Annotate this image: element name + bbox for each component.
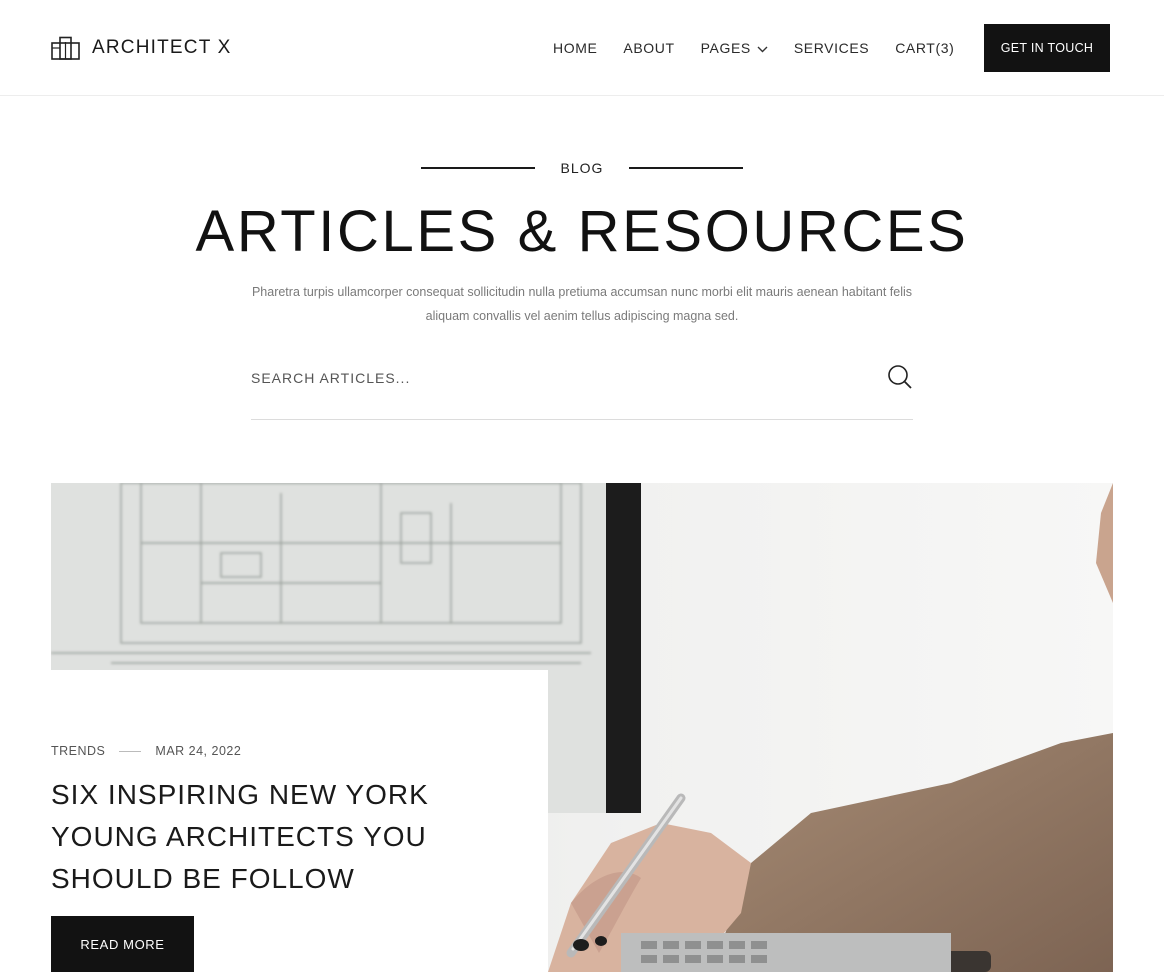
article-title[interactable]: SIX INSPIRING NEW YORK YOUNG ARCHITECTS … [51,774,491,900]
article-meta: TRENDS MAR 24, 2022 [51,744,241,758]
nav-about[interactable]: ABOUT [623,40,674,56]
site-header: ARCHITECT X HOME ABOUT PAGES SERVICES CA… [0,0,1164,96]
nav-pages[interactable]: PAGES [701,40,768,56]
main-nav: HOME ABOUT PAGES SERVICES CART(3) [553,40,980,56]
page-title: ARTICLES & RESOURCES [195,199,969,264]
nav-services[interactable]: SERVICES [794,40,869,56]
page-description: Pharetra turpis ullamcorper consequat so… [251,285,913,323]
search-input[interactable] [251,358,871,398]
article-date: MAR 24, 2022 [155,744,242,758]
section-eyebrow: BLOG [0,160,1164,176]
eyebrow-line-left [420,167,535,169]
chevron-down-icon [757,40,768,56]
featured-article-card: TRENDS MAR 24, 2022 SIX INSPIRING NEW YO… [51,670,548,972]
get-in-touch-button[interactable]: GET IN TOUCH [984,24,1110,72]
meta-divider [119,750,142,752]
nav-cart[interactable]: CART(3) [895,40,954,56]
read-more-button[interactable]: READ MORE [51,916,194,972]
nav-home[interactable]: HOME [553,40,597,56]
brand-name: ARCHITECT X [92,37,232,58]
search-bar [251,358,913,420]
nav-pages-label: PAGES [700,40,751,56]
eyebrow-line-right [629,167,744,169]
eyebrow-label: BLOG [560,160,604,176]
article-category[interactable]: TRENDS [51,744,105,758]
brand-logo[interactable]: ARCHITECT X [51,36,232,60]
search-icon[interactable] [887,364,913,395]
building-icon [51,36,81,60]
